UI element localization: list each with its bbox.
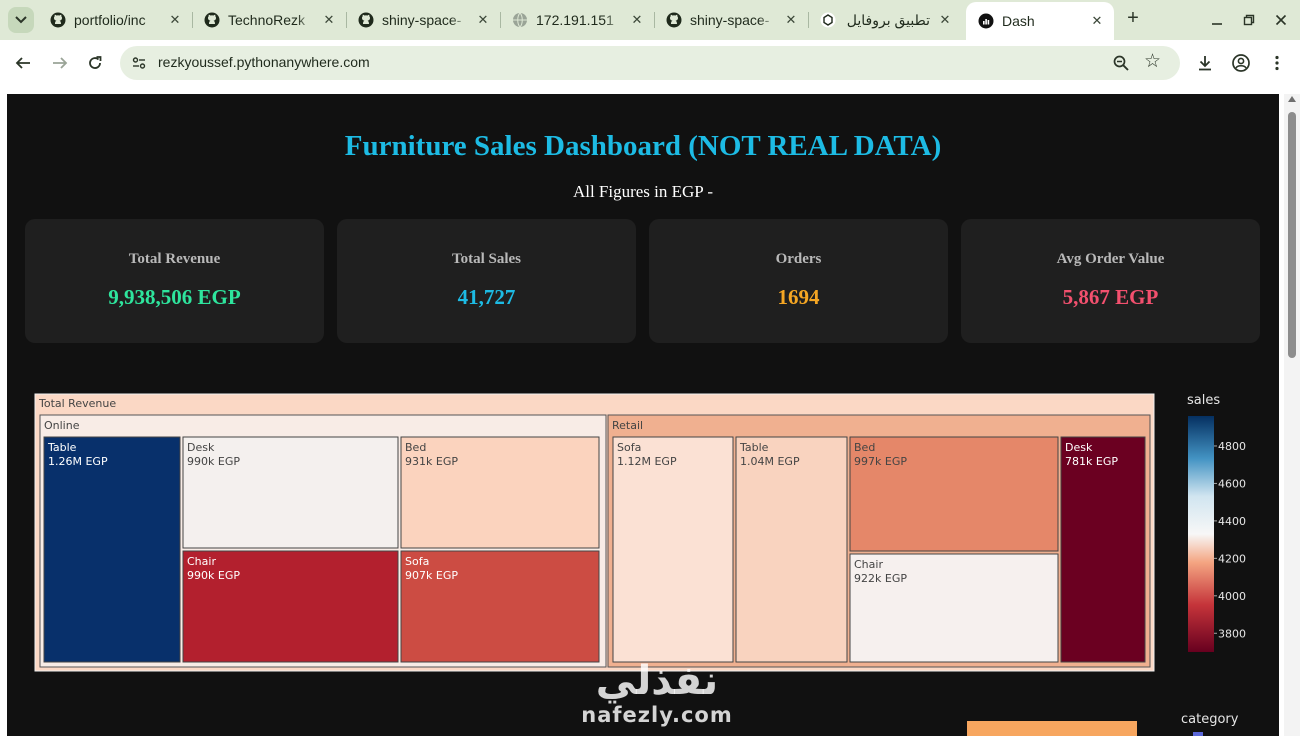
tab-portfolio[interactable]: portfolio/inc ✕ <box>38 4 193 36</box>
scrollbar-thumb[interactable] <box>1288 112 1296 358</box>
kpi-card-total-revenue: Total Revenue 9,938,506 EGP <box>25 219 324 343</box>
tab-shiny-space-1[interactable]: shiny-space- ✕ <box>346 4 501 36</box>
tab-ip-address[interactable]: 172.191.151 ✕ <box>500 4 655 36</box>
tab-title: Dash <box>1002 13 1035 29</box>
treemap-group-label: Online <box>44 419 80 432</box>
colorbar-tick-label: 3800 <box>1218 627 1246 640</box>
url-text[interactable]: rezkyoussef.pythonanywhere.com <box>158 54 370 70</box>
colorbar-tick-label: 4400 <box>1218 515 1246 528</box>
close-tab-icon[interactable]: ✕ <box>936 11 954 29</box>
bookmark-star-icon[interactable]: ☆ <box>1144 52 1161 72</box>
more-menu-icon[interactable] <box>1266 52 1288 74</box>
close-tab-icon[interactable]: ✕ <box>320 11 338 29</box>
close-tab-icon[interactable]: ✕ <box>1088 12 1106 30</box>
page-viewport: Furniture Sales Dashboard (NOT REAL DATA… <box>0 86 1300 736</box>
kpi-card-avg-order-value: Avg Order Value 5,867 EGP <box>961 219 1260 343</box>
zoom-icon[interactable] <box>1112 54 1130 72</box>
dashboard-subtitle: All Figures in EGP - <box>572 182 714 201</box>
minimize-icon[interactable] <box>1207 10 1227 30</box>
colorbar-tick-label: 4800 <box>1218 440 1246 453</box>
tab-title: shiny-space- <box>690 12 770 28</box>
new-tab-button[interactable]: + <box>1122 8 1144 30</box>
site-info-icon[interactable] <box>130 54 148 72</box>
close-window-icon[interactable] <box>1271 10 1291 30</box>
close-tab-icon[interactable]: ✕ <box>628 11 646 29</box>
kpi-value: 5,867 EGP <box>1062 285 1159 309</box>
kpi-card-orders: Orders 1694 <box>649 219 948 343</box>
restore-icon[interactable] <box>1239 10 1259 30</box>
revenue-treemap-chart[interactable]: Total RevenueOnlineTable 1.26M EGPDesk 990… <box>7 384 1279 674</box>
github-icon <box>204 12 220 28</box>
address-bar[interactable]: rezkyoussef.pythonanywhere.com ☆ <box>120 46 1180 80</box>
legend-swatch <box>1193 732 1203 736</box>
watermark-logo: نفذلي nafezly.com <box>567 659 747 727</box>
tab-strip: portfolio/inc ✕ TechnoRezk ✕ shiny-space… <box>0 0 1300 40</box>
kpi-label: Total Revenue <box>128 251 221 267</box>
colorbar-tick-label: 4200 <box>1218 552 1246 565</box>
tab-title: 172.191.151 <box>536 12 614 28</box>
treemap-group-label: Retail <box>612 419 643 432</box>
kpi-label: Total Sales <box>451 251 522 267</box>
scroll-up-arrow-icon[interactable] <box>1288 96 1296 102</box>
legend-title: category <box>1181 712 1239 727</box>
colorbar-tick-label: 4000 <box>1218 590 1246 603</box>
github-icon <box>50 12 66 28</box>
github-icon <box>358 12 374 28</box>
chevron-down-icon <box>15 16 27 24</box>
profile-icon[interactable] <box>1230 52 1252 74</box>
tab-shiny-space-2[interactable]: shiny-space- ✕ <box>654 4 809 36</box>
forward-arrow-icon[interactable] <box>48 51 72 75</box>
kpi-value: 1694 <box>777 285 820 309</box>
kpi-card-total-sales: Total Sales 41,727 <box>337 219 636 343</box>
vertical-scrollbar[interactable] <box>1284 94 1300 736</box>
watermark-latin: nafezly.com <box>581 703 733 727</box>
download-icon[interactable] <box>1194 52 1216 74</box>
watermark-arabic: نفذلي <box>595 658 719 704</box>
treemap-tile-online-sofa[interactable] <box>400 550 600 663</box>
dashboard-page: Furniture Sales Dashboard (NOT REAL DATA… <box>7 94 1279 736</box>
globe-icon <box>512 12 528 28</box>
treemap-tile-retail-table[interactable] <box>735 436 848 663</box>
dashboard-title: Furniture Sales Dashboard (NOT REAL DATA… <box>344 130 942 162</box>
treemap-tile-online-table[interactable] <box>43 436 181 663</box>
tab-title: shiny-space- <box>382 12 462 28</box>
colorbar-tick-label: 4600 <box>1218 477 1246 490</box>
tab-arabic-profile[interactable]: تطبيق بروفايل ✕ <box>808 4 962 36</box>
chatgpt-icon <box>820 12 836 28</box>
browser-toolbar: rezkyoussef.pythonanywhere.com ☆ <box>0 40 1300 86</box>
colorbar <box>1188 416 1214 652</box>
tab-title: TechnoRezk <box>228 12 306 28</box>
treemap-root-label: Total Revenue <box>38 397 116 410</box>
treemap-tile-retail-sofa[interactable] <box>612 436 734 663</box>
treemap-tile-online-desk[interactable] <box>182 436 399 549</box>
tab-technorezk[interactable]: TechnoRezk ✕ <box>192 4 347 36</box>
dash-icon <box>978 13 994 29</box>
kpi-label: Orders <box>775 251 822 267</box>
close-tab-icon[interactable]: ✕ <box>782 11 800 29</box>
tab-search-button[interactable] <box>8 7 34 33</box>
treemap-tile-retail-desk[interactable] <box>1060 436 1146 663</box>
second-chart-bar[interactable] <box>967 721 1137 736</box>
tab-dash-active[interactable]: Dash ✕ <box>966 2 1114 40</box>
github-icon <box>666 12 682 28</box>
colorbar-title: sales <box>1187 393 1220 408</box>
close-tab-icon[interactable]: ✕ <box>166 11 184 29</box>
treemap-tile-online-bed[interactable] <box>400 436 600 549</box>
tab-title: تطبيق بروفايل <box>846 11 930 28</box>
reload-icon[interactable] <box>83 51 107 75</box>
back-arrow-icon[interactable] <box>11 51 35 75</box>
kpi-value: 41,727 <box>457 285 516 309</box>
tab-title: portfolio/inc <box>74 12 146 28</box>
close-tab-icon[interactable]: ✕ <box>474 11 492 29</box>
kpi-label: Avg Order Value <box>1056 251 1165 267</box>
kpi-value: 9,938,506 EGP <box>108 285 241 309</box>
